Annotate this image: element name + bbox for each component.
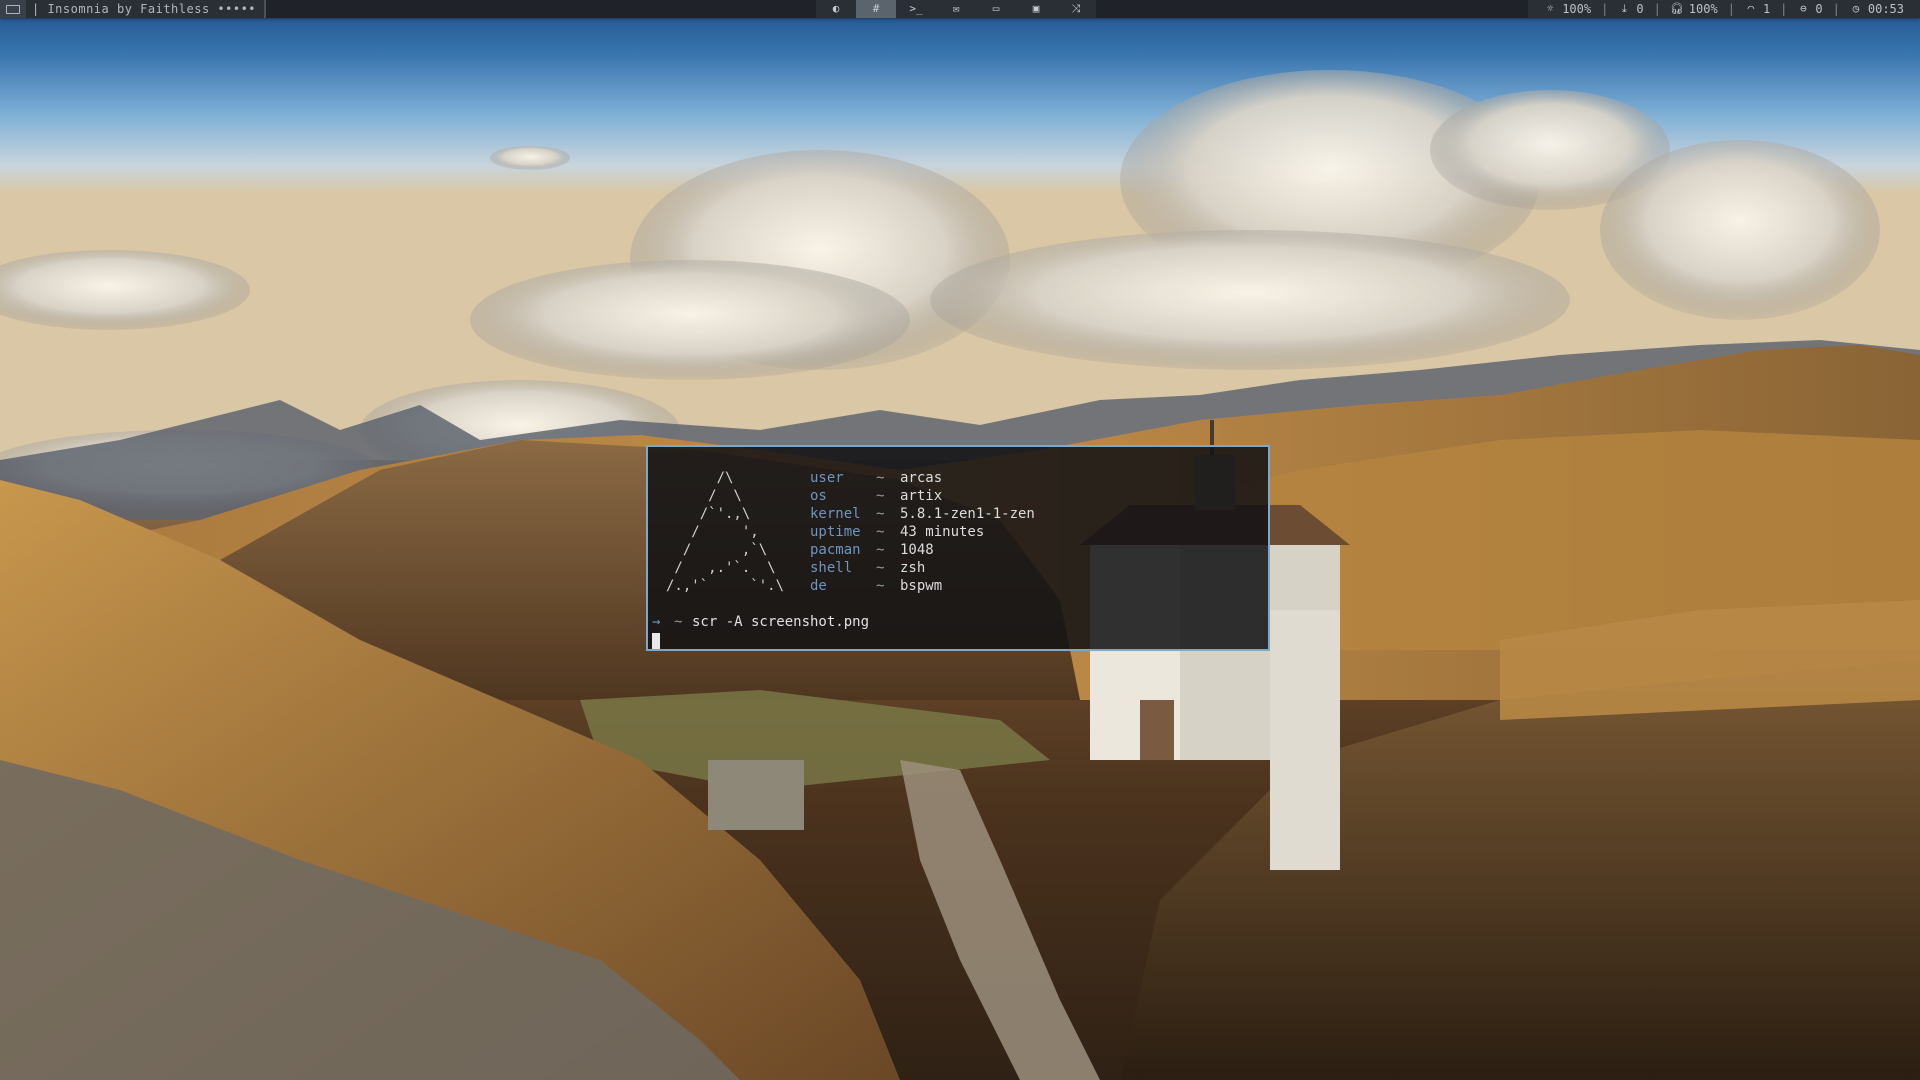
info-row-user: user ~ arcas [810, 469, 1035, 487]
text-cursor [652, 633, 660, 649]
info-key: pacman [810, 542, 861, 558]
workspace-5-button[interactable]: ▭ [976, 0, 1016, 18]
workspace-3-button[interactable]: >_ [896, 0, 936, 18]
now-playing-label[interactable]: | Insomnia by Faithless ••••• [26, 0, 267, 18]
prompt-cwd: ~ [674, 614, 683, 630]
info-separator: ~ [876, 470, 885, 486]
info-separator: ~ [876, 506, 885, 522]
info-key: de [810, 578, 827, 594]
monitor-icon: ▭ [992, 2, 1000, 15]
distro-ascii-logo: /\ / \ /`'.,\ / ', / ,`\ / ,.'`. \ /.,'`… [666, 470, 785, 594]
workspace-1-button[interactable]: ◐ [816, 0, 856, 18]
info-key: shell [810, 560, 853, 576]
volume-module[interactable]: 🎧︎ 100% [1661, 0, 1728, 18]
clock-module[interactable]: ◷ 00:53 [1840, 0, 1914, 18]
shell-prompt-line[interactable]: → ~ scr -A screenshot.png [652, 613, 869, 631]
bar-left-section: | Insomnia by Faithless ••••• [0, 0, 267, 18]
brightness-module[interactable]: ☼ 100% [1534, 0, 1601, 18]
info-separator: ~ [876, 578, 885, 594]
info-value: 1048 [900, 542, 934, 558]
shuffle-icon: ⤨ [1071, 2, 1081, 15]
workspace-switcher: ◐ # >_ ✉ ▭ ▣ ⤨ [816, 0, 1096, 18]
terminal-icon: >_ [909, 2, 923, 15]
hash-icon: # [872, 2, 880, 15]
prompt-arrow-icon: → [652, 614, 661, 630]
info-key: user [810, 470, 844, 486]
separator: | [1832, 2, 1840, 16]
bar-right-section: ☼ 100% | ⤓ 0 | 🎧︎ 100% | ◠ 1 | ⊖ 0 | ◷ 0… [1528, 0, 1920, 18]
info-row-pacman: pacman ~ 1048 [810, 541, 1035, 559]
workspace-4-button[interactable]: ✉ [936, 0, 976, 18]
clock-value: 00:53 [1867, 2, 1904, 16]
wifi-value: 1 [1762, 2, 1771, 16]
info-key: uptime [810, 524, 861, 540]
terminal-window[interactable]: /\ / \ /`'.,\ / ', / ,`\ / ,.'`. \ /.,'`… [646, 445, 1270, 651]
wifi-icon: ◠ [1747, 2, 1755, 15]
app-menu-button[interactable] [0, 0, 26, 18]
moon-icon: ◐ [832, 2, 840, 15]
downloads-module[interactable]: ⤓ 0 [1608, 0, 1653, 18]
top-status-bar: | Insomnia by Faithless ••••• ◐ # >_ ✉ ▭… [0, 0, 1920, 18]
separator: | [1780, 2, 1788, 16]
sun-icon: ☼ [1546, 2, 1554, 15]
workspace-6-button[interactable]: ▣ [1016, 0, 1056, 18]
workspace-7-button[interactable]: ⤨ [1056, 0, 1096, 18]
updates-icon: ⊖ [1800, 2, 1807, 15]
separator: | [1601, 2, 1609, 16]
info-value: bspwm [900, 578, 943, 594]
system-info-list: user ~ arcas os ~ artix kernel ~ 5.8.1-z… [810, 469, 1035, 595]
info-row-os: os ~ artix [810, 487, 1035, 505]
info-row-uptime: uptime ~ 43 minutes [810, 523, 1035, 541]
downloads-value: 0 [1636, 2, 1644, 16]
wifi-module[interactable]: ◠ 1 [1735, 0, 1780, 18]
info-value: arcas [900, 470, 943, 486]
separator: | [1653, 2, 1661, 16]
workspace-2-button[interactable]: # [856, 0, 896, 18]
info-separator: ~ [876, 542, 885, 558]
info-separator: ~ [876, 560, 885, 576]
window-icon: ▣ [1032, 2, 1040, 15]
info-row-shell: shell ~ zsh [810, 559, 1035, 577]
brightness-value: 100% [1562, 2, 1592, 16]
prompt-command: scr -A screenshot.png [692, 614, 870, 630]
info-key: kernel [810, 506, 861, 522]
info-value: 5.8.1-zen1-1-zen [900, 506, 1035, 522]
info-value: zsh [900, 560, 926, 576]
download-icon: ⤓ [1621, 2, 1627, 15]
info-value: 43 minutes [900, 524, 985, 540]
info-row-de: de ~ bspwm [810, 577, 1035, 595]
updates-value: 0 [1815, 2, 1823, 16]
headphones-icon: 🎧︎ [1669, 2, 1684, 15]
separator: | [1727, 2, 1735, 16]
mail-icon: ✉ [952, 2, 960, 15]
clock-icon: ◷ [1852, 2, 1860, 15]
info-separator: ~ [876, 524, 885, 540]
window-icon [6, 4, 20, 14]
updates-module[interactable]: ⊖ 0 [1787, 0, 1832, 18]
volume-value: 100% [1688, 2, 1718, 16]
info-key: os [810, 488, 827, 504]
info-value: artix [900, 488, 943, 504]
info-row-kernel: kernel ~ 5.8.1-zen1-1-zen [810, 505, 1035, 523]
info-separator: ~ [876, 488, 885, 504]
